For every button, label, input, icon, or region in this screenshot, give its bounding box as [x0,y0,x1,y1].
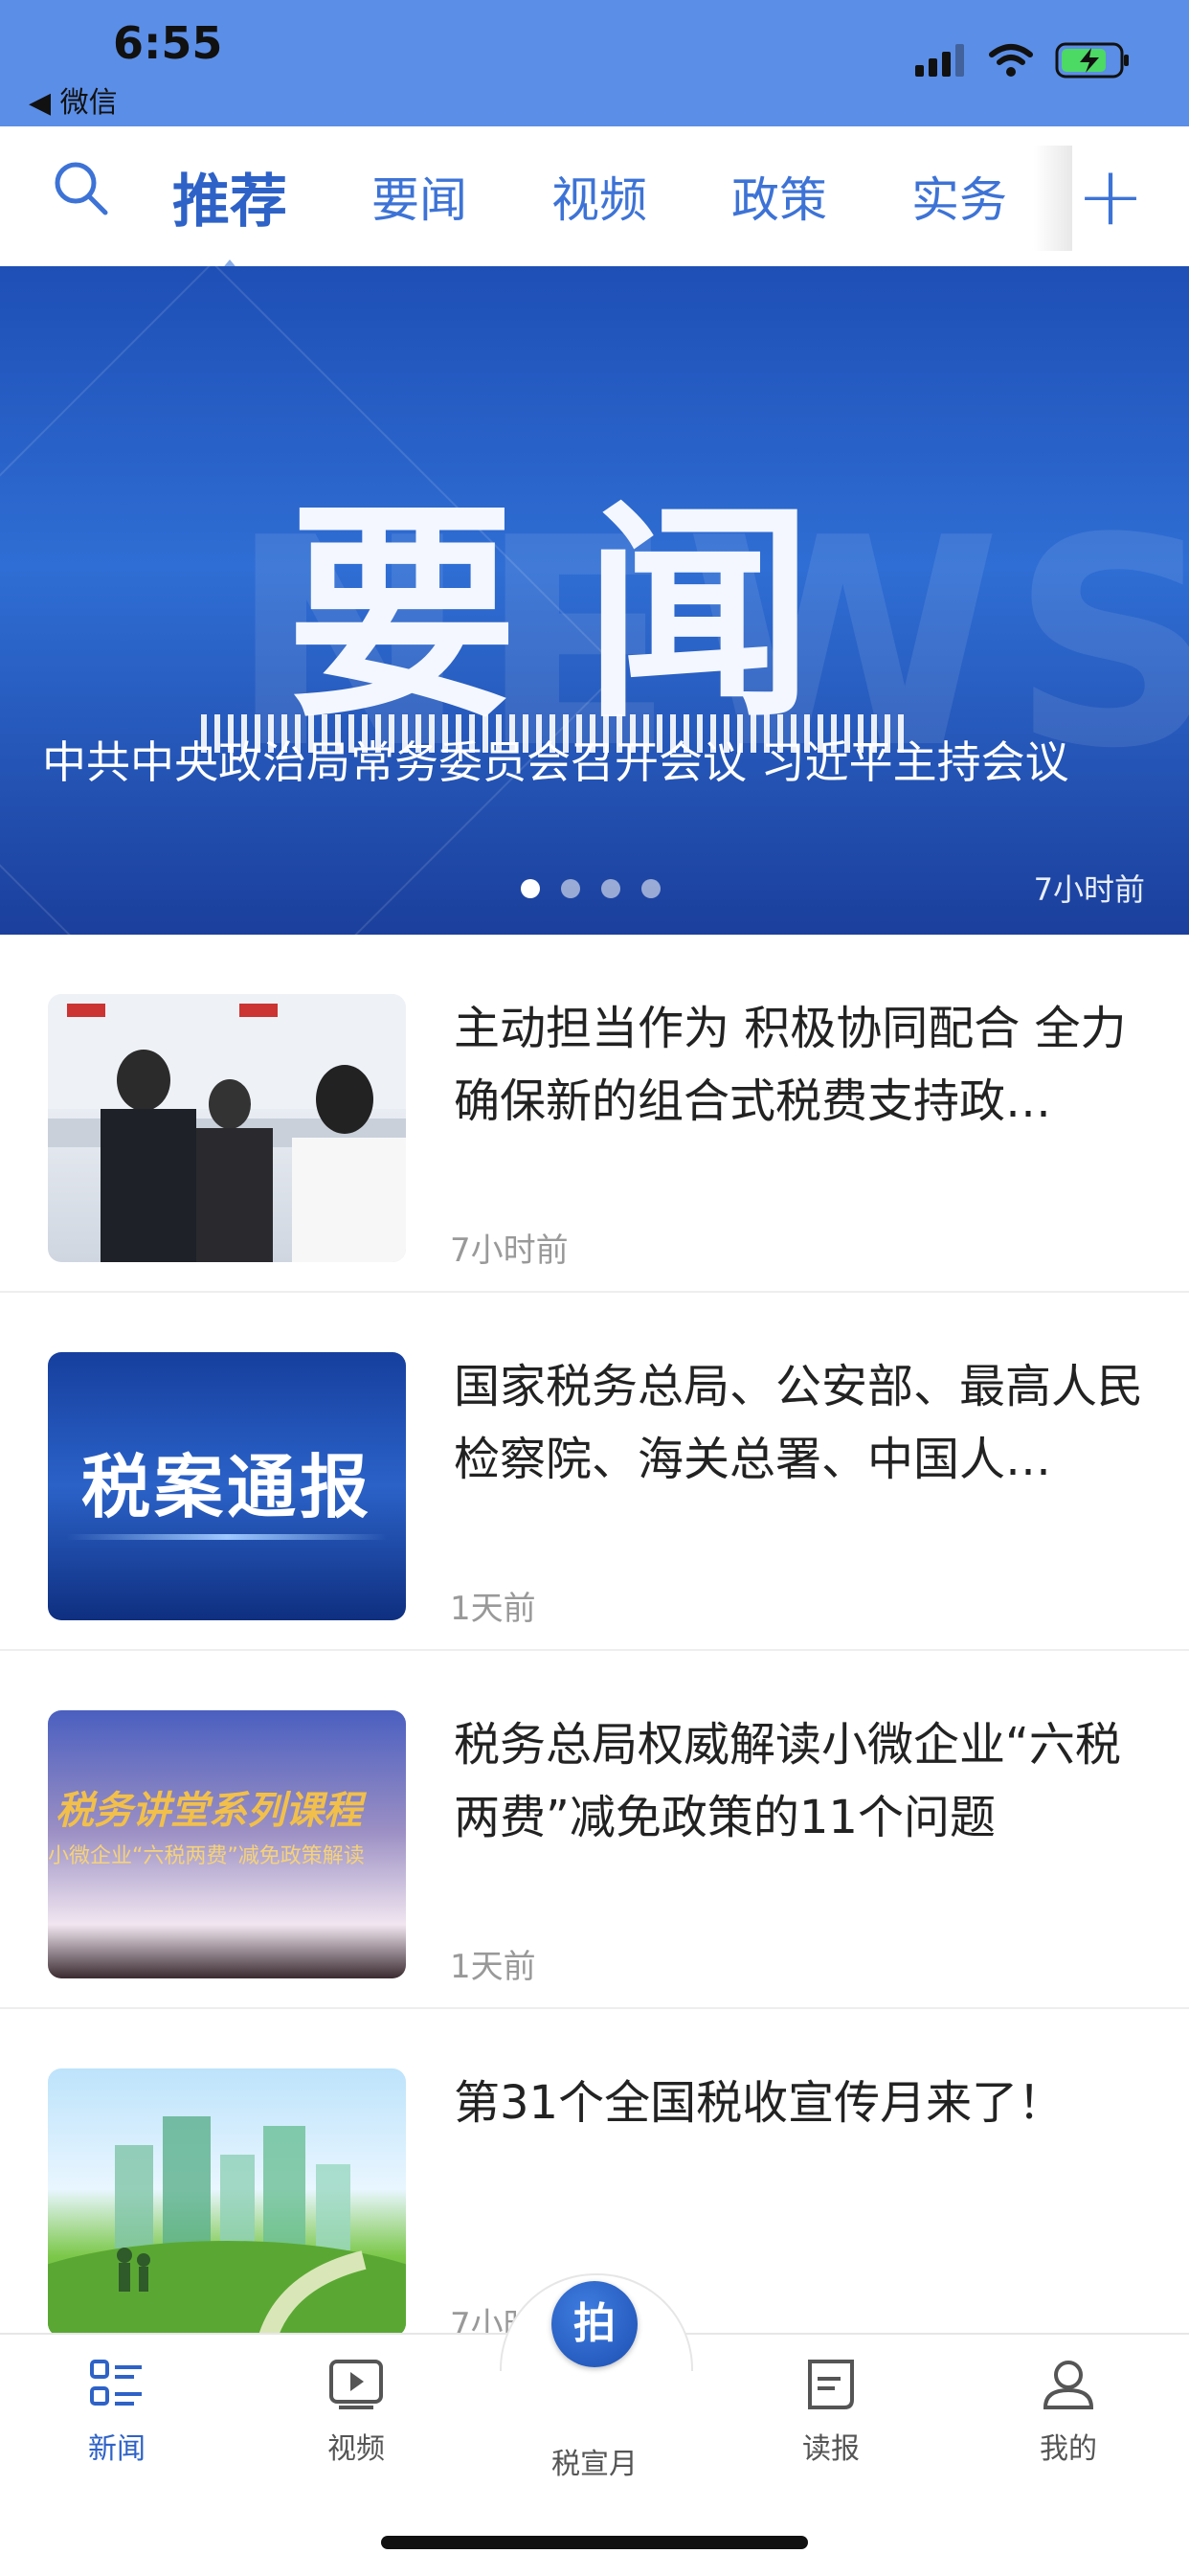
tab-practice[interactable]: 实务 [911,162,1007,231]
add-channel-button[interactable]: + [1076,155,1145,237]
search-icon[interactable] [52,159,109,216]
news-title: 国家税务总局、公安部、最高人民检察院、海关总署、中国人… [454,1360,1143,1486]
banner-carousel[interactable]: NEWS 要闻 中共中央政治局常务委员会召开会议 习近平主持会议 7小时前 [0,266,1189,935]
bottom-tab-label: 新闻 [88,2432,146,2466]
news-thumbnail: 税务讲堂系列课程 小微企业“六税两费”减免政策解读 [48,1710,406,1978]
news-time: 1天前 [450,1590,536,1628]
banner-time: 7小时前 [1033,871,1145,908]
video-icon [329,2360,383,2409]
tab-recommend[interactable]: 推荐 [172,155,287,271]
news-thumbnail [48,2068,406,2337]
banner-headline[interactable]: 中共中央政治局常务委员会召开会议 习近平主持会议 [42,735,1124,789]
news-item[interactable]: 税务讲堂系列课程 小微企业“六税两费”减免政策解读 税务总局权威解读小微企业“六… [0,1651,1189,2009]
battery-charging-icon [1055,42,1129,79]
news-time: 7小时前 [450,1232,569,1270]
banner-image-title: 要闻 [287,481,881,749]
news-thumbnail: 税案通报 [48,1352,406,1620]
channel-tabs: 推荐 要闻 视频 政策 实务 [172,126,1091,271]
news-list: 主动担当作为 积极协同配合 全力确保新的组合式税费支持政… 7小时前 税案通报 … [0,935,1189,2367]
thumbnail-subtext: 小微企业“六税两费”减免政策解读 [48,1844,365,1868]
carousel-dot [601,879,620,898]
carousel-dot [641,879,661,898]
bottom-tab-mine[interactable]: 我的 [992,2358,1145,2467]
news-time: 1天前 [450,1948,536,1986]
news-list-icon [90,2360,142,2406]
bottom-tab-read[interactable]: 读报 [754,2358,908,2467]
news-item[interactable]: 主动担当作为 积极协同配合 全力确保新的组合式税费支持政… 7小时前 [0,935,1189,1293]
carousel-indicator [521,879,661,898]
thumbnail-text: 税务讲堂系列课程 [56,1789,362,1833]
newspaper-icon [808,2360,854,2409]
center-shoot-button[interactable]: 拍 [551,2281,638,2367]
channel-nav: 推荐 要闻 视频 政策 实务 + [0,126,1189,271]
news-title: 税务总局权威解读小微企业“六税两费”减免政策的11个问题 [454,1718,1121,1844]
news-title: 第31个全国税收宣传月来了！ [454,2076,1065,2130]
news-thumbnail [48,994,406,1262]
bottom-tab-label: 我的 [1040,2432,1097,2466]
news-title: 主动担当作为 积极协同配合 全力确保新的组合式税费支持政… [454,1002,1127,1128]
back-to-wechat[interactable]: ◀ 微信 [29,79,118,121]
wifi-icon [989,44,1033,77]
thumbnail-text: 税案通报 [80,1447,372,1527]
bottom-tab-news[interactable]: 新闻 [40,2358,193,2467]
carousel-dot [561,879,580,898]
bottom-tab-label: 读报 [802,2432,860,2466]
tab-policy[interactable]: 政策 [731,162,827,231]
tabs-fade [1034,146,1072,251]
tab-headline-news[interactable]: 要闻 [371,162,467,231]
status-icons [915,42,1132,79]
status-time: 6:55 [113,17,223,69]
tab-video[interactable]: 视频 [551,162,647,231]
bottom-tab-tax-month[interactable]: 税宣月 [518,2440,671,2482]
signal-icon [915,44,964,77]
home-indicator[interactable] [381,2536,808,2549]
bottom-tab-label: 视频 [327,2432,385,2466]
thumbnail-glow [67,1534,387,1540]
news-item[interactable]: 税案通报 国家税务总局、公安部、最高人民检察院、海关总署、中国人… 1天前 [0,1293,1189,1651]
bottom-tab-video[interactable]: 视频 [280,2358,433,2467]
carousel-dot [521,879,540,898]
status-bar: 6:55 ◀ 微信 [0,0,1189,126]
user-icon [1043,2361,1094,2409]
bottom-tab-label: 税宣月 [551,2448,638,2481]
